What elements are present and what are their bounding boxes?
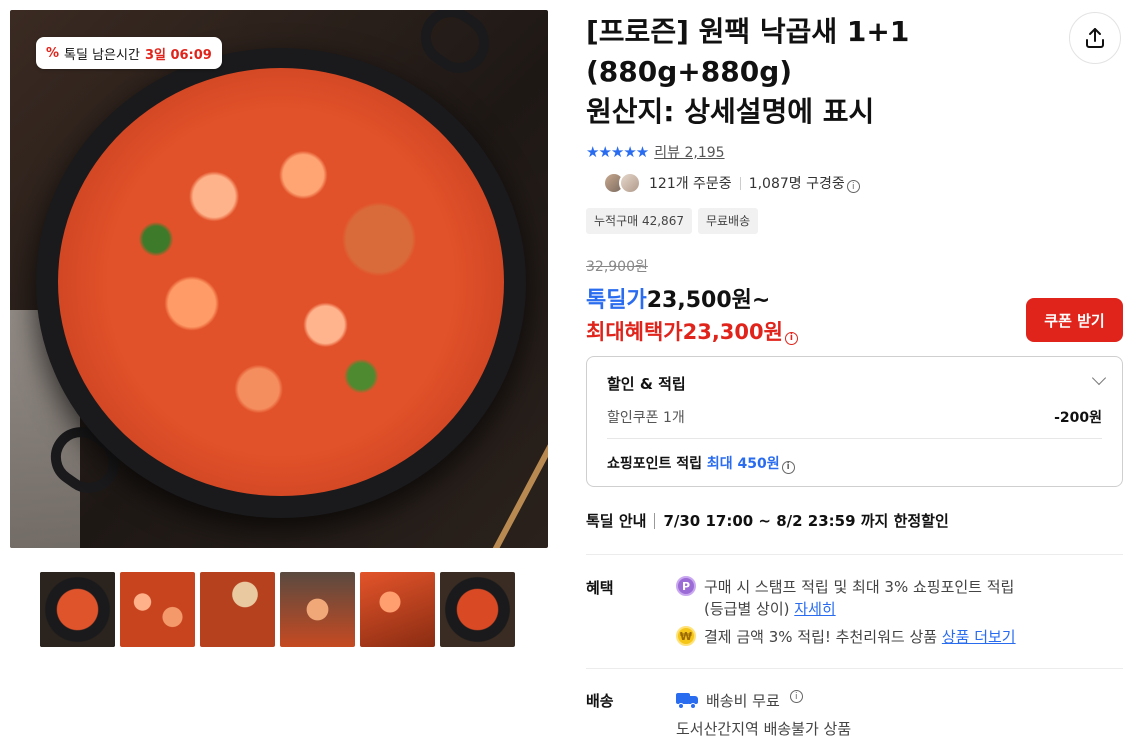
max-price-value: 23,300원 [682, 320, 783, 344]
shipping-label: 배송 [586, 692, 614, 710]
share-button[interactable] [1069, 12, 1121, 64]
points-label: 쇼핑포인트 적립 [607, 456, 703, 472]
avatar [619, 172, 641, 194]
info-icon[interactable]: i [789, 690, 803, 703]
benefit-stamp-line: P 구매 시 스탬프 적립 및 최대 3% 쇼핑포인트 적립 (등급별 상이) … [676, 576, 1014, 620]
thumbnail-6[interactable] [440, 572, 515, 647]
details-link[interactable]: 자세히 [794, 600, 835, 618]
truck-icon [676, 693, 698, 709]
rating-row: ★★★★★ 리뷰 2,195 [586, 142, 725, 162]
points-row: 쇼핑포인트 적립 최대 450원 i [607, 453, 795, 474]
main-product-image: % 톡딜 남은시간 3일 06:09 [10, 10, 548, 548]
divider [739, 176, 741, 190]
thumbnail-5[interactable] [360, 572, 435, 647]
thumbnail-1[interactable] [40, 572, 115, 647]
food [58, 68, 504, 496]
original-price: 32,900원 [586, 259, 648, 275]
deal-info-label: 톡딜 안내 [586, 512, 647, 530]
title-line-3: 원산지: 상세설명에 표시 [586, 95, 875, 128]
benefit-reward-line: ₩ 결제 금액 3% 적립! 추천리워드 상품 상품 더보기 [676, 626, 1016, 647]
ordering-count: 121개 주문중 [649, 176, 732, 192]
chopsticks [492, 398, 548, 548]
thumbnail-2[interactable] [120, 572, 195, 647]
share-icon [1086, 28, 1104, 48]
pot-handle [409, 10, 501, 85]
deal-price-value: 23,500원~ [646, 288, 771, 313]
product-title: [프로즌] 원팩 낙곱새 1+1 (880g+880g) 원산지: 상세설명에 … [586, 12, 1006, 132]
reward-coin-icon: ₩ [676, 626, 696, 646]
buyer-avatars [603, 172, 641, 194]
deal-price: 톡딜가23,500원~ [586, 282, 770, 314]
benefit-text-2: (등급별 상이) [704, 600, 790, 618]
benefits-label: 혜택 [586, 579, 614, 597]
benefit-text-1: 구매 시 스탬프 적립 및 최대 3% 쇼핑포인트 적립 [704, 578, 1015, 596]
benefit-text-3: 결제 금액 3% 적립! 추천리워드 상품 [704, 628, 938, 646]
coupon-label: 할인쿠폰 1개 [607, 410, 685, 426]
discount-points-box[interactable]: 할인 & 적립 할인쿠폰 1개 -200원 쇼핑포인트 적립 최대 450원 i [586, 356, 1123, 487]
badge-time: 3일 06:09 [144, 47, 212, 63]
coupon-row: 할인쿠폰 1개 -200원 [607, 407, 1102, 427]
info-icon[interactable]: i [781, 460, 795, 474]
deal-price-label: 톡딜가 [586, 288, 647, 313]
deal-countdown-badge: % 톡딜 남은시간 3일 06:09 [36, 37, 222, 69]
info-icon[interactable]: i [846, 180, 860, 194]
buyers-activity: 121개 주문중 1,087명 구경중 i [603, 172, 860, 194]
point-coin-icon: P [676, 576, 696, 596]
tag-free-shipping: 무료배송 [697, 208, 759, 234]
todeal-icon: % [46, 45, 60, 61]
coupon-amount: -200원 [1054, 410, 1102, 426]
deal-info-text: 7/30 17:00 ~ 8/2 23:59 까지 한정할인 [663, 512, 949, 530]
badge-label: 톡딜 남은시간 [64, 47, 140, 63]
divider [654, 512, 656, 529]
thumbnail-strip [40, 572, 515, 647]
shipping-fee-line: 배송비 무료 i [676, 690, 803, 711]
shipping-note: 도서산간지역 배송불가 상품 [676, 720, 852, 738]
title-line-2: (880g+880g) [586, 55, 793, 88]
divider [607, 438, 1102, 439]
chevron-down-icon[interactable] [1091, 370, 1107, 386]
divider [586, 668, 1123, 669]
star-rating-icon: ★★★★★ [586, 143, 649, 161]
divider [586, 554, 1123, 555]
product-tags: 누적구매 42,867 무료배송 [586, 208, 759, 234]
info-icon[interactable]: i [784, 331, 798, 345]
shipping-fee: 배송비 무료 [706, 692, 780, 710]
max-benefit-price: 최대혜택가23,300원 i [586, 316, 798, 346]
max-price-label: 최대혜택가 [586, 320, 683, 344]
more-products-link[interactable]: 상품 더보기 [942, 628, 1016, 646]
points-value: 최대 450원 [706, 456, 780, 472]
title-line-1: [프로즌] 원팩 낙곱새 1+1 [586, 15, 910, 48]
thumbnail-3[interactable] [200, 572, 275, 647]
deal-info-row: 톡딜 안내 7/30 17:00 ~ 8/2 23:59 까지 한정할인 [586, 510, 949, 531]
box-header: 할인 & 적립 [607, 375, 686, 393]
get-coupon-button[interactable]: 쿠폰 받기 [1026, 298, 1123, 342]
review-link[interactable]: 리뷰 2,195 [654, 142, 724, 162]
tag-cumulative-purchases: 누적구매 42,867 [586, 208, 692, 234]
viewing-count: 1,087명 구경중 i [749, 173, 860, 194]
thumbnail-4[interactable] [280, 572, 355, 647]
